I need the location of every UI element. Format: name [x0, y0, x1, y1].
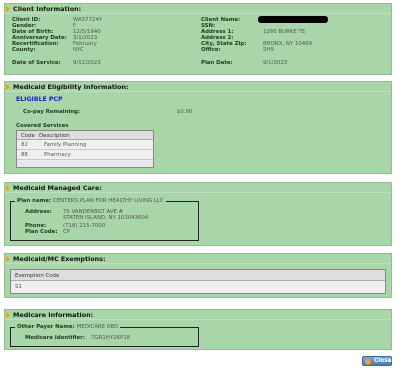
eligibility-header: Medicaid Eligibility Information:	[5, 82, 391, 92]
table-row[interactable]: 88 Pharmacy	[17, 150, 153, 160]
plan-name-label: Plan name:	[17, 198, 52, 204]
section-title: Medicaid/MC Exemptions:	[13, 255, 106, 263]
medicare-header: Medicare Information:	[5, 310, 391, 320]
expand-triangle-icon[interactable]	[6, 256, 10, 262]
section-title: Medicaid Managed Care:	[13, 184, 102, 192]
medicare-id-label: Medicare Identifier:	[25, 335, 85, 341]
plan-address-label: Address:	[25, 209, 52, 215]
eligibility-status: ELIGIBLE PCP	[16, 96, 63, 103]
exemption-code: S1	[15, 284, 22, 290]
close-button[interactable]: Close	[362, 356, 392, 366]
plan-code-label: Plan Code:	[25, 229, 58, 235]
section-title: Medicare Information:	[13, 311, 94, 319]
expand-triangle-icon[interactable]	[6, 185, 10, 191]
client-info-section: Client Information: Client ID: WA57724Y …	[4, 3, 392, 75]
service-code: 88	[21, 152, 28, 158]
client-id-value: WA57724Y	[73, 17, 103, 23]
exemptions-section: Medicaid/MC Exemptions: Exemption Code S…	[4, 253, 392, 298]
medicare-section: Medicare Information: Other Payer Name: …	[4, 309, 392, 350]
expand-triangle-icon[interactable]	[6, 312, 10, 318]
other-payer-legend: Other Payer Name: MEDICARE ABD	[15, 324, 121, 330]
office-label: Office:	[201, 47, 221, 53]
table-row[interactable]: S1	[11, 281, 385, 293]
expand-triangle-icon[interactable]	[6, 6, 10, 12]
address1-value: 1260 BURKE TE	[263, 29, 306, 35]
copay-label: Co-pay Remaining:	[23, 109, 81, 115]
other-payer-label: Other Payer Name:	[17, 324, 75, 330]
managed-care-header: Medicaid Managed Care:	[5, 183, 391, 193]
plan-date-value: 9/1/2023	[263, 60, 288, 66]
service-description: Pharmacy	[44, 152, 71, 158]
column-header-description: Description	[39, 132, 70, 139]
section-title: Client Information:	[13, 5, 82, 13]
other-payer-value: MEDICARE ABD	[76, 324, 119, 330]
managed-care-section: Medicaid Managed Care: Plan name: CENTER…	[4, 182, 392, 246]
service-description: Family Planning	[44, 142, 87, 148]
county-value: NYC	[73, 47, 84, 53]
eligibility-section: Medicaid Eligibility Information: ELIGIB…	[4, 81, 392, 174]
medicare-fieldset: Other Payer Name: MEDICARE ABD Medicare …	[10, 324, 199, 347]
plan-code-value: CP	[63, 229, 71, 235]
section-title: Medicaid Eligibility Information:	[13, 83, 129, 91]
covered-services-title: Covered Services	[16, 123, 69, 129]
close-button-label: Close	[374, 358, 392, 364]
exemptions-header: Medicaid/MC Exemptions:	[5, 254, 391, 264]
medicare-id-value: 7GR1HY2KP18	[91, 335, 131, 341]
date-of-service-value: 9/11/2023	[73, 60, 101, 66]
table-header: Exemption Code	[11, 270, 385, 281]
date-of-service-label: Date of Service:	[12, 60, 61, 66]
exemptions-table: Exemption Code S1	[10, 269, 386, 294]
close-circle-icon	[365, 358, 371, 365]
table-header: Code Description	[17, 131, 153, 140]
redacted-client-name	[258, 16, 328, 23]
column-header-exemption-code: Exemption Code	[15, 272, 60, 279]
office-value: SH9	[263, 47, 274, 53]
plan-fieldset: Plan name: CENTERS PLAN FOR HEALTHY LIVI…	[10, 198, 199, 241]
column-header-code: Code	[21, 132, 35, 139]
plan-date-label: Plan Date:	[201, 60, 233, 66]
copay-value: $0.00	[177, 109, 193, 115]
plan-name-value: CENTERS PLAN FOR HEALTHY LIVING LLC	[52, 198, 164, 204]
plan-name-legend: Plan name: CENTERS PLAN FOR HEALTHY LIVI…	[15, 198, 166, 204]
covered-services-table: Code Description 82 Family Planning 88 P…	[16, 130, 154, 168]
table-row[interactable]: 82 Family Planning	[17, 140, 153, 150]
expand-triangle-icon[interactable]	[6, 84, 10, 90]
client-info-header: Client Information:	[5, 4, 391, 14]
plan-address-line2: STATEN ISLAND, NY 103043604	[63, 215, 149, 221]
service-code: 82	[21, 142, 28, 148]
county-label: County:	[12, 47, 36, 53]
